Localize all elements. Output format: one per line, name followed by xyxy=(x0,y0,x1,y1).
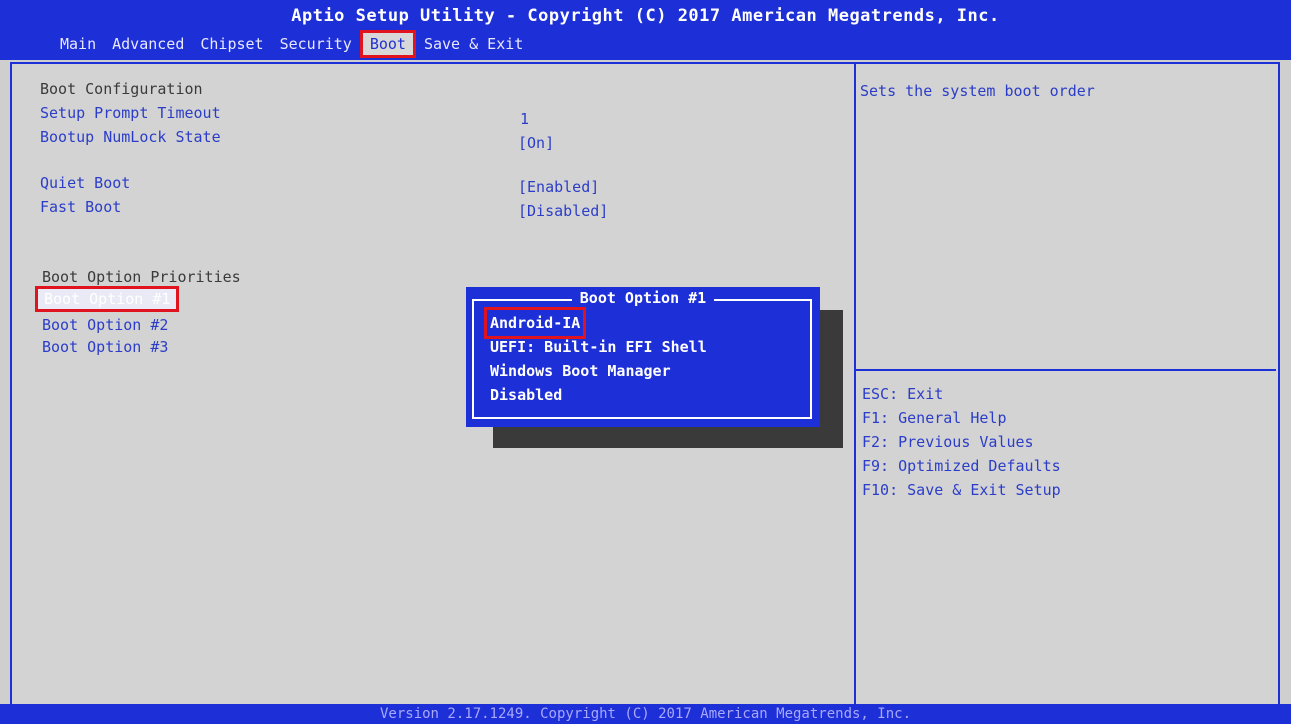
utility-title: Aptio Setup Utility - Copyright (C) 2017… xyxy=(291,6,1000,26)
help-description: Sets the system boot order xyxy=(860,82,1095,100)
quiet-boot-label[interactable]: Quiet Boot xyxy=(40,174,130,192)
fast-boot-label[interactable]: Fast Boot xyxy=(40,198,121,216)
boot-option-priorities-heading: Boot Option Priorities xyxy=(42,268,241,286)
bootup-numlock-value[interactable]: [On] xyxy=(518,134,554,152)
popup-option-disabled[interactable]: Disabled xyxy=(490,383,707,407)
header-bar: Aptio Setup Utility - Copyright (C) 2017… xyxy=(0,0,1291,60)
top-menu: Main Advanced Chipset Security Boot Save… xyxy=(52,30,531,58)
footer-version: Version 2.17.1249. Copyright (C) 2017 Am… xyxy=(0,704,1291,724)
key-f10: F10: Save & Exit Setup xyxy=(862,481,1061,499)
quiet-boot-value[interactable]: [Enabled] xyxy=(518,178,599,196)
setup-prompt-timeout-label[interactable]: Setup Prompt Timeout xyxy=(40,104,221,122)
menu-save-exit[interactable]: Save & Exit xyxy=(416,32,531,56)
key-f9: F9: Optimized Defaults xyxy=(862,457,1061,475)
fast-boot-value[interactable]: [Disabled] xyxy=(518,202,608,220)
popup-title: Boot Option #1 xyxy=(466,289,820,307)
boot-configuration-heading: Boot Configuration xyxy=(40,80,203,98)
popup-option-windows-boot-manager[interactable]: Windows Boot Manager xyxy=(490,359,707,383)
key-f2: F2: Previous Values xyxy=(862,433,1034,451)
help-pane: Sets the system boot order ESC: Exit F1:… xyxy=(854,64,1278,705)
boot-option-2[interactable]: Boot Option #2 xyxy=(42,316,168,334)
popup-option-android-ia[interactable]: Android-IA xyxy=(483,307,587,339)
menu-chipset[interactable]: Chipset xyxy=(192,32,271,56)
bios-screen: Aptio Setup Utility - Copyright (C) 2017… xyxy=(0,0,1291,724)
key-esc: ESC: Exit xyxy=(862,385,944,403)
boot-option-1-label: Boot Option #1 xyxy=(34,286,180,312)
popup-title-text: Boot Option #1 xyxy=(571,289,715,307)
popup-option-uefi-shell[interactable]: UEFI: Built-in EFI Shell xyxy=(490,335,707,359)
boot-option-popup: Boot Option #1 Android-IA UEFI: Built-in… xyxy=(466,287,820,427)
boot-option-3[interactable]: Boot Option #3 xyxy=(42,338,168,356)
popup-option-list: Android-IA UEFI: Built-in EFI Shell Wind… xyxy=(483,307,707,407)
key-legend: ESC: Exit F1: General Help F2: Previous … xyxy=(862,382,1061,502)
setup-prompt-timeout-value[interactable]: 1 xyxy=(520,110,529,128)
bootup-numlock-label[interactable]: Bootup NumLock State xyxy=(40,128,221,146)
menu-advanced[interactable]: Advanced xyxy=(104,32,192,56)
help-divider xyxy=(856,369,1276,371)
menu-main[interactable]: Main xyxy=(52,32,104,56)
menu-boot[interactable]: Boot xyxy=(359,30,416,58)
boot-option-1[interactable]: Boot Option #1 xyxy=(34,286,180,312)
key-f1: F1: General Help xyxy=(862,409,1007,427)
menu-security[interactable]: Security xyxy=(272,32,360,56)
